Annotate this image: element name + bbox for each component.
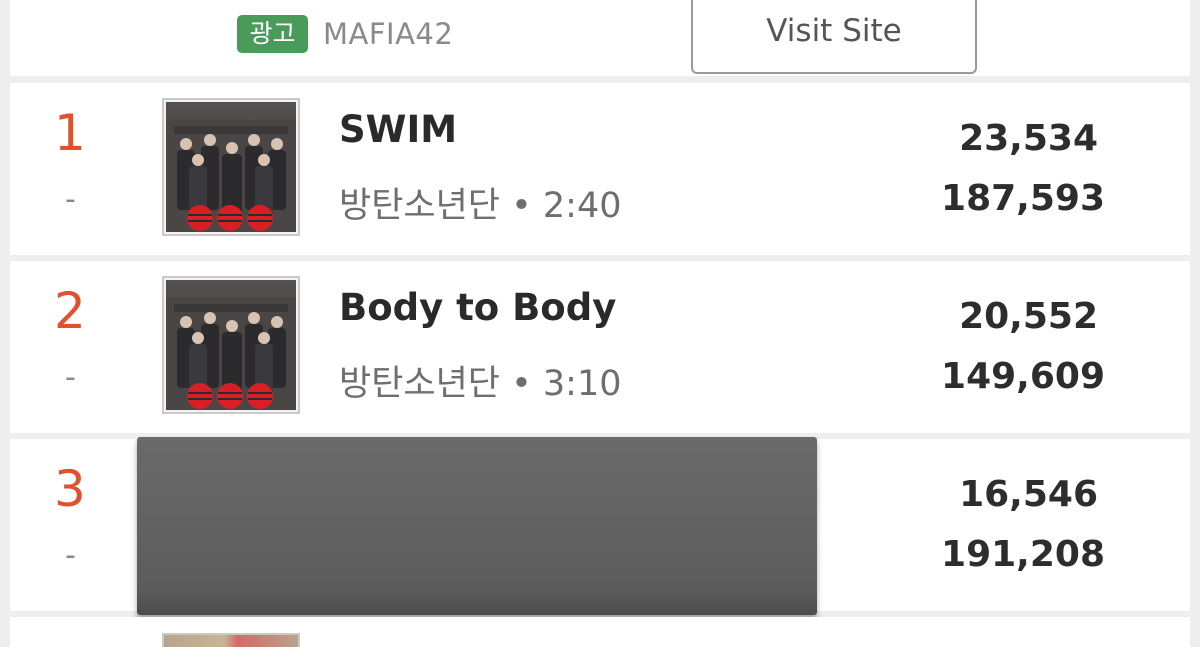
song-title[interactable]: SWIM	[339, 107, 457, 153]
stat-secondary: 149,609	[941, 356, 1105, 397]
ad-advertiser-name: MAFIA42	[323, 17, 454, 51]
song-title[interactable]: Body to Body	[339, 285, 616, 331]
album-art-image	[166, 102, 296, 232]
rank-change-indicator: -	[65, 538, 76, 573]
chart-row[interactable]: 2 - Body to Body 방탄소년단 • 3:10 20,552 149…	[10, 261, 1190, 433]
artist-and-duration: 방탄소년단 • 3:10	[339, 364, 622, 404]
rank-change-indicator: -	[65, 182, 76, 217]
ad-banner[interactable]: 광고 MAFIA42 Visit Site	[10, 0, 1190, 76]
album-cover[interactable]	[162, 276, 300, 414]
chart-row[interactable]: 3 - 16,546 191,208	[10, 437, 1190, 615]
stat-primary: 16,546	[959, 474, 1098, 515]
rank-change-indicator: -	[65, 360, 76, 395]
redaction-overlay	[137, 437, 817, 615]
ad-badge: 광고	[237, 15, 308, 53]
album-cover[interactable]	[162, 98, 300, 236]
rank-number: 1	[54, 104, 86, 162]
artist-and-duration: 방탄소년단 • 2:40	[339, 186, 622, 226]
stat-secondary: 191,208	[941, 534, 1105, 575]
rank-number: 2	[54, 282, 86, 340]
album-art-image	[166, 280, 296, 410]
stat-primary: 23,534	[959, 118, 1098, 159]
stat-primary: 20,552	[959, 296, 1098, 337]
album-cover[interactable]	[162, 633, 300, 647]
chart-row[interactable]: 1 - SWIM 방탄소년단 • 2:40 23,534 187,593	[10, 83, 1190, 255]
rank-number: 3	[54, 460, 86, 518]
chart-page: 광고 MAFIA42 Visit Site 1 - SWIM 방탄소년단 • 2…	[0, 0, 1200, 647]
visit-site-button[interactable]: Visit Site	[691, 0, 977, 74]
stat-secondary: 187,593	[941, 178, 1105, 219]
chart-row[interactable]	[10, 617, 1190, 647]
